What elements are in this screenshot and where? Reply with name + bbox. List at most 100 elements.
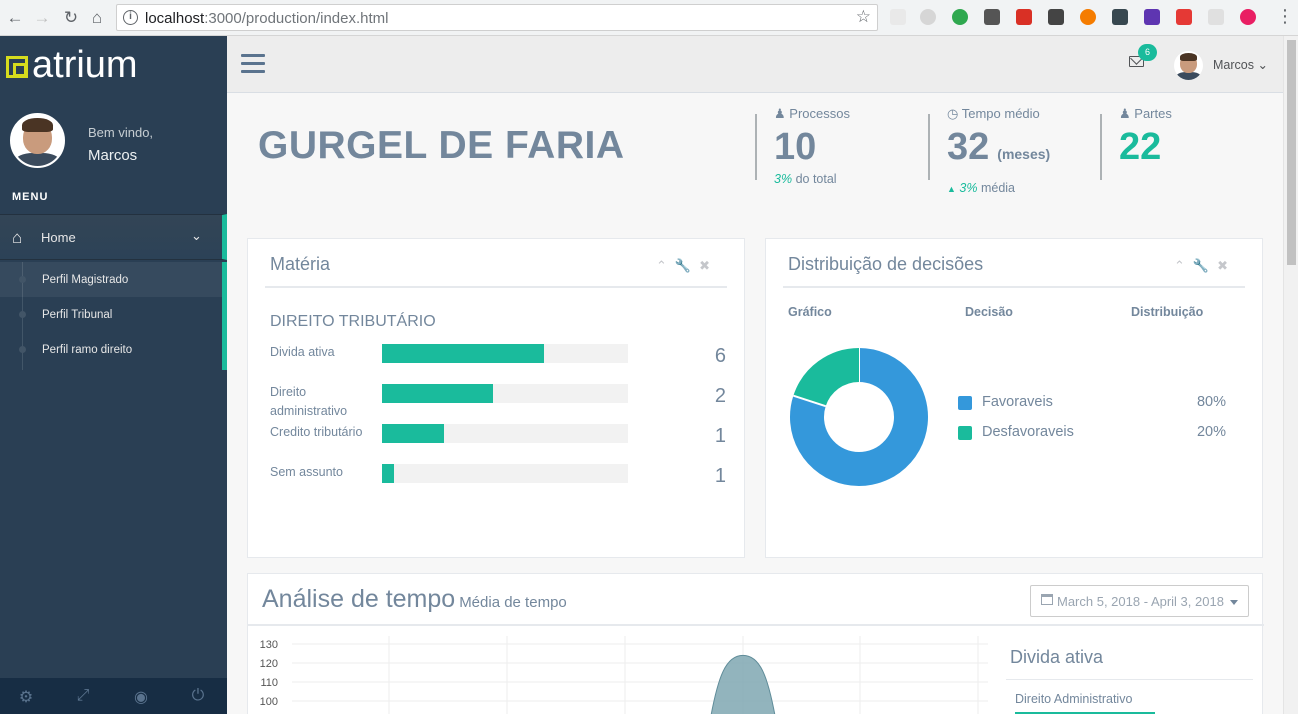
avatar[interactable] (1174, 51, 1203, 80)
sidebar-item-home[interactable]: ⌂ Home ⌄ (0, 214, 227, 260)
extension-icon[interactable] (1144, 9, 1160, 25)
eye-slash-icon[interactable]: ◉ (129, 687, 153, 707)
progress-fill (382, 344, 545, 363)
materia-label: Credito tributário (270, 425, 363, 439)
sidebar-item-perfil-tribunal[interactable]: Perfil Tribunal (0, 297, 222, 332)
legend-percent: 80% (1196, 394, 1226, 410)
extension-icon[interactable] (1240, 9, 1256, 25)
materia-count: 1 (714, 425, 726, 447)
extension-icon[interactable] (1080, 9, 1096, 25)
materia-row: Credito tributário 1 (270, 421, 730, 457)
user-icon: ♟ (1119, 106, 1131, 121)
menu-toggle-icon[interactable] (241, 54, 265, 74)
y-tick-label: 130 (260, 639, 278, 651)
site-info-icon[interactable]: i (123, 10, 138, 25)
extension-icon[interactable] (1208, 9, 1224, 25)
browser-toolbar: ← → ↻ ⌂ i localhost:3000/production/inde… (0, 0, 1298, 36)
stat-unit: (meses) (997, 146, 1051, 162)
materia-count: 6 (714, 345, 726, 367)
panel-title: Análise de tempo Média de tempo (262, 585, 567, 614)
area-series[interactable] (710, 654, 776, 714)
extension-icon[interactable] (920, 9, 936, 25)
sidebar-footer: ⚙ ⤢ ◉ ⏻ (0, 678, 227, 714)
y-tick-label: 100 (260, 696, 278, 708)
stat-tempo-medio: ◷ Tempo médio 32 (meses) ▲ 3% média (928, 106, 1098, 195)
stat-value: 22 (1119, 126, 1162, 168)
wrench-icon[interactable]: 🔧 (675, 258, 699, 273)
legend-percent: 20% (1196, 424, 1226, 440)
forward-arrow-icon[interactable]: → (31, 7, 53, 29)
donut-slice-desfavoraveis[interactable] (793, 348, 860, 408)
chevron-down-icon: ⌄ (191, 228, 202, 243)
extension-icon[interactable] (1176, 9, 1192, 25)
extension-icon[interactable] (1048, 9, 1064, 25)
scrollbar-thumb[interactable] (1287, 40, 1296, 265)
column-header-decisao: Decisão (965, 305, 1013, 319)
fullscreen-icon[interactable]: ⤢ (71, 687, 95, 705)
wrench-icon[interactable]: 🔧 (1193, 258, 1217, 273)
sidebar-item-perfil-magistrado[interactable]: Perfil Magistrado (0, 262, 222, 297)
materia-label: Divida ativa (270, 345, 335, 359)
legend-item: Desfavoraveis 20% (956, 423, 1226, 443)
extension-icon[interactable] (984, 9, 1000, 25)
legend-item: Favoraveis 80% (956, 393, 1226, 413)
collapse-chevron-up-icon[interactable]: ⌃ (1174, 258, 1193, 273)
stat-divider (1100, 114, 1102, 180)
progress-fill (382, 464, 395, 483)
analise-tempo-panel: Análise de tempo Média de tempo March 5, … (247, 573, 1264, 714)
materia-count: 1 (714, 465, 726, 487)
settings-gear-icon[interactable]: ⚙ (14, 687, 38, 707)
distribuicao-panel: Distribuição de decisões ⌃🔧✖ Gráfico Dec… (765, 238, 1263, 558)
stat-subtext: 3% do total (774, 172, 837, 186)
collapse-chevron-up-icon[interactable]: ⌃ (656, 258, 675, 273)
bullet-dot (19, 311, 26, 318)
side-panel-title: Divida ativa (1010, 647, 1104, 667)
date-range-text: March 5, 2018 - April 3, 2018 (1057, 594, 1224, 609)
close-icon[interactable]: ✖ (699, 258, 718, 273)
stat-percent: 3% (959, 181, 978, 195)
progress-track (382, 424, 628, 443)
profile-name: Marcos (88, 147, 138, 164)
sidebar-item-label: Perfil Tribunal (42, 309, 113, 321)
calendar-icon (1041, 594, 1053, 605)
url-host: localhost (145, 10, 205, 27)
progress-fill (382, 424, 444, 443)
top-navbar: 6 Marcos ⌄ (227, 36, 1283, 93)
progress-track (382, 384, 628, 403)
bookmark-star-icon[interactable]: ☆ (856, 7, 871, 27)
notification-badge: 6 (1138, 44, 1157, 61)
extension-icon[interactable] (1016, 9, 1032, 25)
power-off-icon[interactable]: ⏻ (186, 687, 210, 705)
y-tick-label: 120 (260, 658, 278, 670)
extension-icon[interactable] (952, 9, 968, 25)
browser-menu-icon[interactable]: ⋮ (1276, 6, 1294, 27)
date-range-picker[interactable]: March 5, 2018 - April 3, 2018 (1030, 585, 1249, 617)
menu-section-label: MENU (12, 191, 49, 203)
stat-caption-text: Processos (789, 106, 850, 121)
address-bar[interactable]: i localhost:3000/production/index.html ☆ (116, 4, 878, 31)
page-scrollbar[interactable] (1283, 36, 1298, 714)
stat-note: do total (795, 172, 837, 186)
bullet-dot (19, 346, 26, 353)
stat-divider (928, 114, 930, 180)
stat-caption: ♟ Processos (774, 106, 850, 122)
progress-track (382, 344, 628, 363)
user-menu[interactable]: Marcos ⌄ (1213, 57, 1268, 72)
materia-label: Sem assunto (270, 465, 343, 479)
stat-number: 32 (947, 126, 990, 168)
sidebar-item-label: Perfil Magistrado (42, 274, 129, 286)
materia-row: Divida ativa 6 (270, 341, 730, 377)
back-arrow-icon[interactable]: ← (4, 7, 26, 29)
sidebar-item-perfil-ramo-direito[interactable]: Perfil ramo direito (0, 332, 222, 367)
panel-tools: ⌃🔧✖ (656, 258, 718, 274)
close-icon[interactable]: ✖ (1217, 258, 1236, 273)
user-icon: ♟ (774, 106, 786, 121)
stat-caption-text: Partes (1134, 106, 1172, 121)
panel-tools: ⌃🔧✖ (1174, 258, 1236, 274)
extension-icon[interactable] (1112, 9, 1128, 25)
progress-fill (382, 384, 493, 403)
reload-icon[interactable]: ↻ (60, 7, 82, 29)
extension-icon[interactable] (890, 9, 906, 25)
home-browser-icon[interactable]: ⌂ (86, 7, 108, 29)
materia-row: Direito administrativo 2 (270, 381, 730, 418)
